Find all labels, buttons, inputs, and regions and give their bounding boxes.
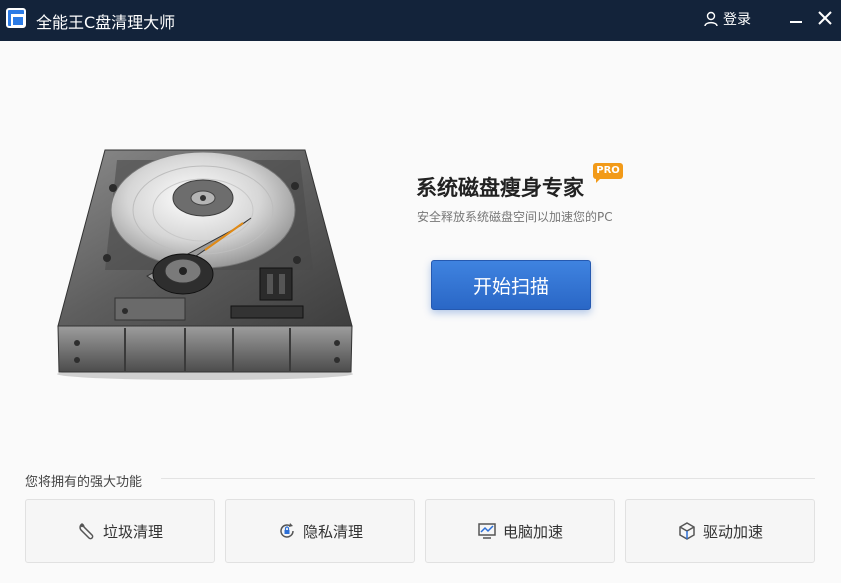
title-bar: 全能王C盘清理大师 登录 xyxy=(0,0,841,41)
feature-label: 垃圾清理 xyxy=(102,522,163,541)
app-title: 全能王C盘清理大师 xyxy=(36,13,176,32)
feature-label: 隐私清理 xyxy=(302,522,363,541)
app-logo-icon xyxy=(6,8,26,28)
features-divider xyxy=(161,478,815,479)
wrench-icon xyxy=(77,521,97,541)
login-button[interactable]: 登录 xyxy=(703,9,751,29)
features-heading: 您将拥有的强大功能 xyxy=(25,475,143,490)
close-icon xyxy=(818,11,832,25)
pro-badge: PRO xyxy=(593,163,623,183)
hard-disk-illustration xyxy=(57,149,353,380)
product-name: 系统磁盘瘦身专家 xyxy=(416,176,584,200)
feature-junk-clean-button[interactable]: 垃圾清理 xyxy=(25,499,215,563)
product-subtitle: 安全释放系统磁盘空间以加速您的PC xyxy=(417,210,613,224)
close-button[interactable] xyxy=(815,8,835,28)
start-scan-button[interactable]: 开始扫描 xyxy=(431,260,591,310)
cube-icon xyxy=(677,521,697,541)
monitor-chart-icon xyxy=(477,521,497,541)
user-icon xyxy=(704,11,718,27)
feature-privacy-clean-button[interactable]: 隐私清理 xyxy=(225,499,415,563)
feature-label: 电脑加速 xyxy=(502,522,563,541)
minimize-button[interactable] xyxy=(786,8,806,28)
login-label: 登录 xyxy=(723,12,751,28)
minimize-icon xyxy=(790,21,802,23)
feature-driver-speedup-button[interactable]: 驱动加速 xyxy=(625,499,815,563)
feature-label: 驱动加速 xyxy=(702,522,763,541)
refresh-lock-icon xyxy=(277,521,297,541)
feature-pc-speedup-button[interactable]: 电脑加速 xyxy=(425,499,615,563)
